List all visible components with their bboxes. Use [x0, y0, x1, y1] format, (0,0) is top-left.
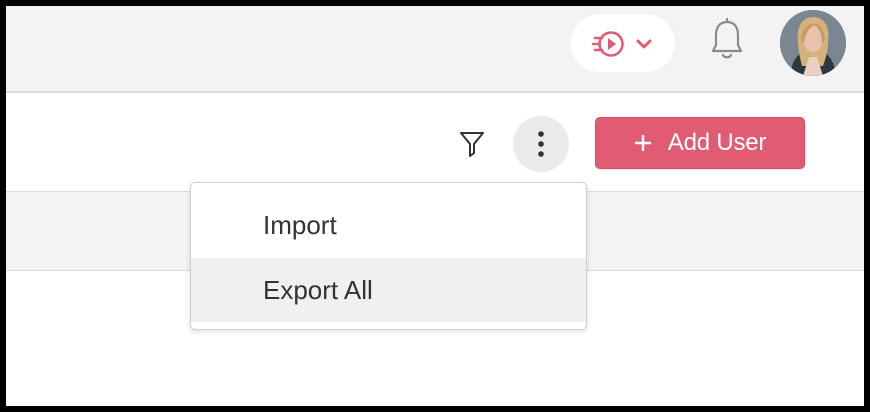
dashboard-selector[interactable]	[571, 14, 675, 72]
filter-icon[interactable]	[458, 129, 486, 159]
menu-item-import[interactable]: Import	[191, 193, 586, 257]
menu-item-label: Import	[263, 209, 337, 240]
play-dashboard-icon	[591, 31, 624, 57]
menu-item-label: Export All	[263, 274, 373, 305]
add-user-label: Add User	[667, 129, 767, 156]
more-options-button[interactable]	[513, 116, 569, 172]
add-user-button[interactable]: Add User	[595, 117, 805, 169]
top-bar	[6, 6, 864, 93]
chevron-down-icon	[636, 39, 652, 49]
app-window: Add User Import Export All	[6, 6, 864, 406]
bell-icon[interactable]	[708, 17, 746, 63]
menu-item-export-all[interactable]: Export All	[191, 258, 586, 322]
more-options-menu: Import Export All	[190, 182, 587, 330]
more-vertical-icon	[538, 131, 544, 157]
users-toolbar: Add User	[6, 93, 864, 191]
avatar-image	[780, 10, 846, 76]
plus-icon	[634, 134, 652, 152]
avatar[interactable]	[780, 10, 846, 76]
